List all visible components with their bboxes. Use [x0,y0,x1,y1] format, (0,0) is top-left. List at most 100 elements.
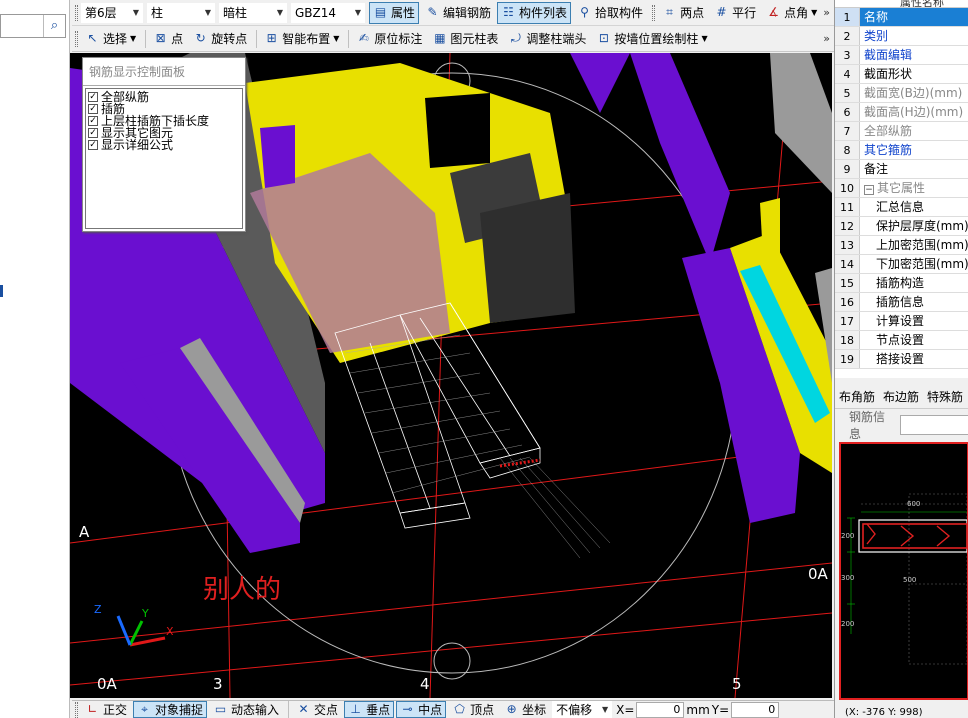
vertex-snap[interactable]: ⬠ 顶点 [448,701,498,718]
option-show-formula[interactable]: ✓ 显示详细公式 [88,139,240,151]
property-row[interactable]: 18 节点设置 [835,331,968,350]
toolbar-separator [256,29,258,48]
tab-edge-rebar[interactable]: 布边筋 [879,388,923,405]
wall-right-top-gray[interactable] [770,53,832,193]
rebar-display-control-panel[interactable]: 钢筋显示控制面板 ✓ 全部纵筋 ✓ 插筋 ✓ 上层柱插筋下插长度 ✓ 显示其它图元 ✓ 显… [82,57,246,232]
unit-label: mm [686,702,710,717]
chevron-down-icon: ▼ [701,34,708,43]
property-group-row[interactable]: 10− 其它属性 [835,179,968,198]
draw-by-wall-button[interactable]: ⊡ 按墙位置绘制柱 ▼ [592,28,711,50]
coordinate-snap[interactable]: ⊕ 坐标 [500,701,550,718]
annotation-text: 别人的 [203,575,282,605]
rebar-info-input[interactable] [900,415,968,435]
property-row[interactable]: 4 截面形状 [835,65,968,84]
checkbox-checked-icon[interactable]: ✓ [88,128,98,138]
parallel-button[interactable]: # 平行 [710,2,760,24]
edit-rebar-button[interactable]: ✎ 编辑钢筋 [421,2,495,24]
property-row[interactable]: 19 搭接设置 [835,350,968,369]
property-row[interactable]: 7 全部纵筋 [835,122,968,141]
property-row[interactable]: 13 上加密范围(mm) [835,236,968,255]
property-row[interactable]: 2 类别 [835,27,968,46]
perpendicular-snap[interactable]: ⊥ 垂点 [344,701,395,718]
property-row[interactable]: 3 截面编辑 [835,46,968,65]
orbit-handle-bottom[interactable] [433,642,471,680]
property-row[interactable]: 16 插筋信息 [835,293,968,312]
midpoint-snap[interactable]: ⊸ 中点 [396,701,447,718]
chevron-down-icon: ▼ [204,8,212,17]
coordinate-icon: ⊕ [506,702,517,716]
offset-select[interactable]: 不偏移 ▼ [552,701,613,718]
axis-label-4: 4 [420,675,430,693]
checkbox-checked-icon[interactable]: ✓ [88,104,98,114]
floor-select[interactable]: 第6层 ▼ [81,2,143,23]
property-row[interactable]: 1 名称 [835,8,968,27]
property-row[interactable]: 12 保护层厚度(mm) [835,217,968,236]
ortho-toggle[interactable]: ∟ 正交 [81,701,131,718]
axis-y-label: Y [142,607,149,620]
component-list-button[interactable]: ☷ 构件列表 [497,1,572,24]
property-row[interactable]: 5 截面宽(B边)(mm) [835,84,968,103]
search-icon[interactable]: ⌕ [43,15,65,37]
tab-special-rebar[interactable]: 特殊筋 [923,388,967,405]
toolbar-draw: ↖ 选择 ▼ ⊠ 点 ↻ 旋转点 ⊞ 智能布置 ▼ ✍ 原位标注 ▦ 图元柱表 ⤾ 调整柱端头 ⊡… [72,26,834,52]
category-select[interactable]: 柱 ▼ [147,2,215,23]
ortho-icon: ∟ [87,702,98,716]
point-angle-button[interactable]: ∡ 点角 ▼ [762,2,821,24]
rotate-icon: ↻ [195,31,206,45]
toolbar-overflow-icon[interactable]: » [823,6,834,19]
axis-label-3: 3 [213,675,223,693]
component-search-input[interactable]: ⌕ [0,14,66,38]
property-row[interactable]: 11 汇总信息 [835,198,968,217]
wall-opening-2 [260,125,295,188]
property-row[interactable]: 6 截面高(H边)(mm) [835,103,968,122]
property-row[interactable]: 9 备注 [835,160,968,179]
axis-label-a: A [79,523,90,541]
rotate-point-button[interactable]: ↻ 旋转点 [189,28,251,50]
panel-title: 钢筋显示控制面板 [83,58,245,86]
intersection-snap[interactable]: ✕ 交点 [292,701,342,718]
two-point-button[interactable]: ⌗ 两点 [658,2,708,24]
rebar-info-row: 钢筋信息 [835,410,968,441]
point-button[interactable]: ⊠ 点 [149,28,187,50]
subtype-select[interactable]: 暗柱 ▼ [219,2,287,23]
toolbar-grip[interactable] [75,30,78,47]
object-snap-toggle[interactable]: ⌖ 对象捕捉 [133,701,208,718]
checkbox-checked-icon[interactable]: ✓ [88,92,98,102]
dim-600: 600 [907,500,921,508]
toolbar-grip[interactable] [75,4,78,21]
wall-right-top-purple[interactable] [630,53,730,263]
toolbar-grip[interactable] [652,4,656,21]
toolbar-grip[interactable] [75,701,78,718]
property-row[interactable]: 8 其它箍筋 [835,141,968,160]
chevron-down-icon: ▼ [276,8,284,17]
property-row[interactable]: 14 下加密范围(mm) [835,255,968,274]
checkbox-checked-icon[interactable]: ✓ [88,140,98,150]
panel-checklist: ✓ 全部纵筋 ✓ 插筋 ✓ 上层柱插筋下插长度 ✓ 显示其它图元 ✓ 显示详细公式 [85,88,243,229]
chevron-down-icon: ▼ [130,34,137,43]
pick-component-button[interactable]: ⚲ 拾取构件 [573,2,647,24]
coordinate-readout: (X: -376 Y: 998) [845,708,923,718]
y-coordinate-input[interactable]: 0 [731,701,780,718]
x-coordinate-input[interactable]: 0 [636,701,685,718]
tab-corner-rebar[interactable]: 布角筋 [835,388,879,405]
checkbox-checked-icon[interactable]: ✓ [88,116,98,126]
column-dark-face[interactable] [480,193,575,323]
section-preview[interactable]: 600 200 300 200 500 [839,442,968,700]
intersection-icon: ✕ [298,702,309,716]
property-row[interactable]: 15 插筋构造 [835,274,968,293]
dim-500: 500 [903,576,917,584]
component-select[interactable]: GBZ14 ▼ [291,2,365,23]
origin-mark-button[interactable]: ✍ 原位标注 [352,28,426,50]
collapse-icon[interactable]: − [864,185,874,195]
select-button[interactable]: ↖ 选择 ▼ [81,28,140,50]
adjust-column-head-button[interactable]: ⤾ 调整柱端头 [504,28,590,50]
property-row[interactable]: 17 计算设置 [835,312,968,331]
axis-label-0a-left: 0A [97,675,117,693]
properties-table: 属性名称 1 名称 2 类别 3 截面编辑 4 截面形状 5 截面宽(B边)(mm) 6截… [835,0,968,378]
smart-layout-button[interactable]: ⊞ 智能布置 ▼ [260,28,343,50]
attribute-button[interactable]: ▤ 属性 [369,1,420,24]
properties-panel: 属性名称 1 名称 2 类别 3 截面编辑 4 截面形状 5 截面宽(B边)(mm) 6截… [834,0,968,718]
dynamic-input-toggle[interactable]: ▭ 动态输入 [209,701,283,718]
column-table-button[interactable]: ▦ 图元柱表 [428,28,502,50]
toolbar-overflow-icon[interactable]: » [823,32,834,45]
